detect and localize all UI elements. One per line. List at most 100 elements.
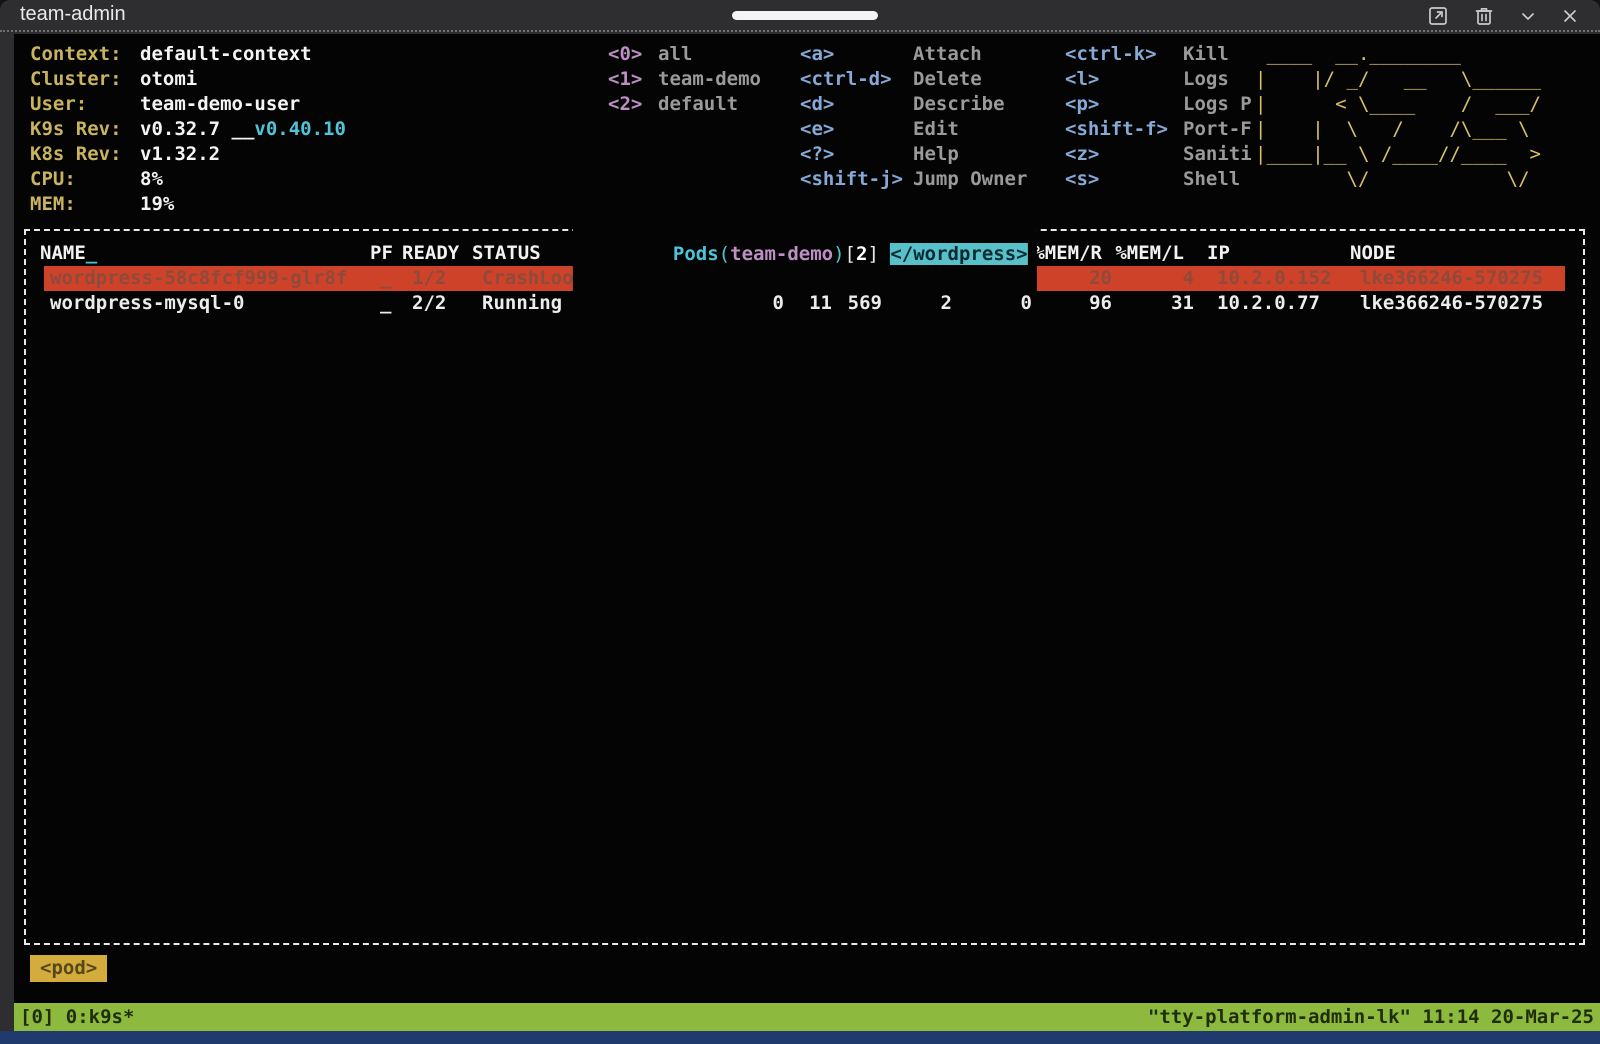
hotkey-label: Logs — [1183, 67, 1229, 92]
hotkey-key: <2> — [608, 92, 658, 117]
tmux-host-datetime: "tty-platform-admin-lk" 11:14 20-Mar-25 — [1148, 1003, 1594, 1031]
hotkey-key: <ctrl-k> — [1065, 42, 1183, 67]
hotkey-label: Attach — [913, 42, 982, 67]
status-cell: Running — [474, 291, 680, 316]
hotkey-row: <p> Logs P — [1065, 92, 1252, 117]
drag-handle[interactable] — [732, 11, 878, 20]
pmem-l-cell: 4 — [1112, 266, 1194, 291]
hotkey-key: <a> — [800, 42, 913, 67]
terminal-window: team-admin Context: default-context Clus… — [0, 0, 1600, 1044]
cluster-info-row: MEM: 19% — [30, 192, 346, 217]
hotkey-row: <z> Saniti — [1065, 142, 1252, 167]
resource-name: Pods — [673, 243, 719, 265]
tmux-session-label: [0] 0:k9s* — [20, 1003, 134, 1031]
title-punct: ] — [867, 243, 890, 265]
hotkey-row: <d> Describe — [800, 92, 1027, 117]
info-label: User: — [30, 92, 140, 117]
node-cell: lke366246-570275 — [1352, 291, 1565, 316]
hotkey-label: Port-F — [1183, 117, 1252, 142]
pod-count: 2 — [856, 243, 867, 265]
pcpu-r-cell: 2 — [882, 291, 952, 316]
cluster-info-row: K8s Rev: v1.32.2 — [30, 142, 346, 167]
cluster-info-row: Context: default-context — [30, 42, 346, 67]
open-new-window-icon[interactable] — [1426, 4, 1450, 28]
hotkey-row: <ctrl-d> Delete — [800, 67, 1027, 92]
chevron-down-icon[interactable] — [1516, 4, 1540, 28]
cluster-info-row: User: team-demo-user — [30, 92, 346, 117]
info-label: CPU: — [30, 167, 140, 192]
namespace-hotkeys: <0> all <1> team-demo <2> default — [608, 42, 761, 117]
hotkey-label: all — [658, 42, 692, 67]
column-header-name: NAME_ — [34, 241, 364, 266]
column-header-pmem-l: %MEM/L — [1102, 241, 1184, 266]
hotkey-row: <e> Edit — [800, 117, 1027, 142]
hotkey-label: Delete — [913, 67, 982, 92]
column-header-node: NODE — [1342, 241, 1565, 266]
hotkey-row: <0> all — [608, 42, 761, 67]
info-value: default-context — [140, 42, 312, 67]
node-cell: lke366246-570275 — [1352, 266, 1565, 291]
ip-cell: 10.2.0.152 — [1194, 266, 1352, 291]
action-hotkeys-a: <a> Attach <ctrl-d> Delete <d> Describe … — [800, 42, 1027, 192]
tmux-status-bar: [0] 0:k9s* "tty-platform-admin-lk" 11:14… — [14, 1003, 1600, 1031]
k9s-terminal: Context: default-context Cluster: otomi … — [14, 34, 1600, 1031]
cpu-cell: 11 — [784, 291, 832, 316]
hotkey-label: Jump Owner — [913, 167, 1027, 192]
pmem-l-cell: 31 — [1112, 291, 1194, 316]
trash-icon[interactable] — [1472, 4, 1496, 28]
pmem-r-cell: 96 — [1032, 291, 1112, 316]
hotkey-key: <z> — [1065, 142, 1183, 167]
close-icon[interactable] — [1558, 4, 1582, 28]
table-row[interactable]: wordpress-mysql-0 _ 2/2 Running 0 11 569… — [44, 291, 1565, 316]
action-hotkeys-b: <ctrl-k> Kill <l> Logs <p> Logs P <shift… — [1065, 42, 1252, 192]
hotkey-row: <2> default — [608, 92, 761, 117]
ready-cell: 2/2 — [404, 291, 474, 316]
titlebar: team-admin — [0, 0, 1600, 32]
info-value: team-demo-user — [140, 92, 300, 117]
hotkey-key: <1> — [608, 67, 658, 92]
pf-cell: _ — [374, 291, 404, 316]
hotkey-row: <1> team-demo — [608, 67, 761, 92]
title-punct: [ — [845, 243, 856, 265]
pod-name-cell: wordpress-58c8fcf999-glr8f — [44, 266, 374, 291]
hotkey-key: <e> — [800, 117, 913, 142]
info-label: K8s Rev: — [30, 142, 140, 167]
pmem-r-cell: 20 — [1032, 266, 1112, 291]
hotkey-key: <l> — [1065, 67, 1183, 92]
info-value: 8% — [140, 167, 163, 192]
restarts-cell: 0 — [680, 291, 784, 316]
info-value: otomi — [140, 67, 197, 92]
pod-name-cell: wordpress-mysql-0 — [44, 291, 374, 316]
hotkey-label: Describe — [913, 92, 1005, 117]
hotkey-key: <shift-f> — [1065, 117, 1183, 142]
hotkey-key: <ctrl-d> — [800, 67, 913, 92]
hotkey-key: <p> — [1065, 92, 1183, 117]
hotkey-row: <l> Logs — [1065, 67, 1252, 92]
column-header-ready: READY — [394, 241, 464, 266]
hotkey-row: <shift-j> Jump Owner — [800, 167, 1027, 192]
cluster-info-row: K9s Rev: v0.32.7 __ v0.40.10 — [30, 117, 346, 142]
sort-indicator: _ — [86, 242, 97, 264]
column-header-ip: IP — [1184, 241, 1342, 266]
info-value: v1.32.2 — [140, 142, 220, 167]
hotkey-row: <shift-f> Port-F — [1065, 117, 1252, 142]
cluster-info-panel: Context: default-context Cluster: otomi … — [30, 42, 346, 217]
hotkey-label: default — [658, 92, 738, 117]
filter-badge: </wordpress> — [890, 243, 1027, 265]
pods-table-title: Pods(team-demo)[2] </wordpress> — [572, 217, 1036, 292]
hotkey-row: <a> Attach — [800, 42, 1027, 67]
info-upgrade-version: v0.40.10 — [254, 117, 346, 142]
title-punct: ( — [719, 243, 730, 265]
hotkey-key: <d> — [800, 92, 913, 117]
info-value: 19% — [140, 192, 174, 217]
cluster-info-row: CPU: 8% — [30, 167, 346, 192]
hotkey-row: <s> Shell — [1065, 167, 1252, 192]
hotkey-label: Kill — [1183, 42, 1229, 67]
pcpu-l-cell: 0 — [952, 291, 1032, 316]
mem-cell: 569 — [832, 291, 882, 316]
hotkey-key: <s> — [1065, 167, 1183, 192]
ip-cell: 10.2.0.77 — [1194, 291, 1352, 316]
title-punct: ) — [833, 243, 844, 265]
namespace-name: team-demo — [730, 243, 833, 265]
ready-cell: 1/2 — [404, 266, 474, 291]
